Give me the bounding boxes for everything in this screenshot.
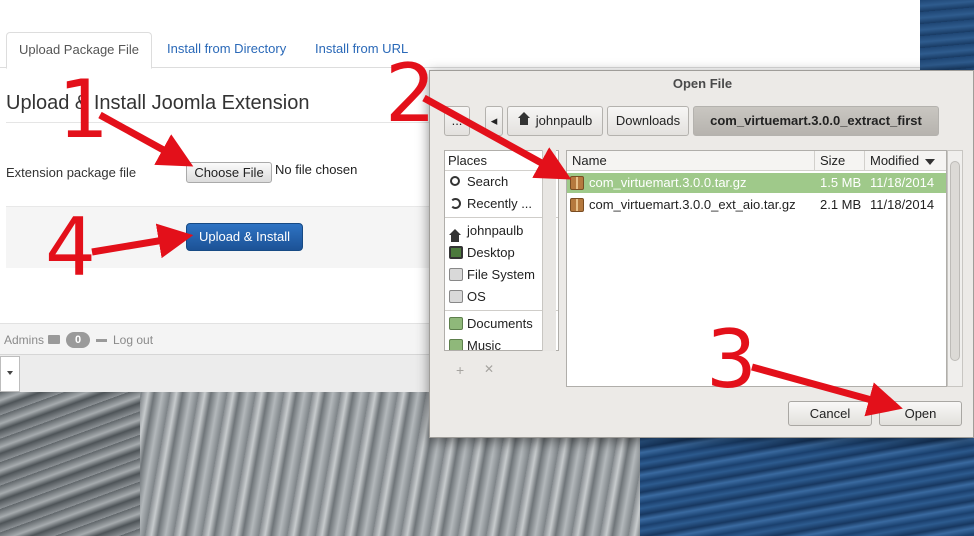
annotation-arrows [91,94,903,417]
annotation-arrow-3 [751,363,903,417]
annotation-arrow-4 [91,223,194,259]
annotation-number-3: 3 [706,313,757,406]
annotation-number-4: 4 [45,201,96,294]
annotation-arrow-1 [98,111,194,167]
annotation-number-2: 2 [385,47,436,140]
annotation-arrow-2 [422,94,572,180]
annotation-number-1: 1 [58,63,109,156]
